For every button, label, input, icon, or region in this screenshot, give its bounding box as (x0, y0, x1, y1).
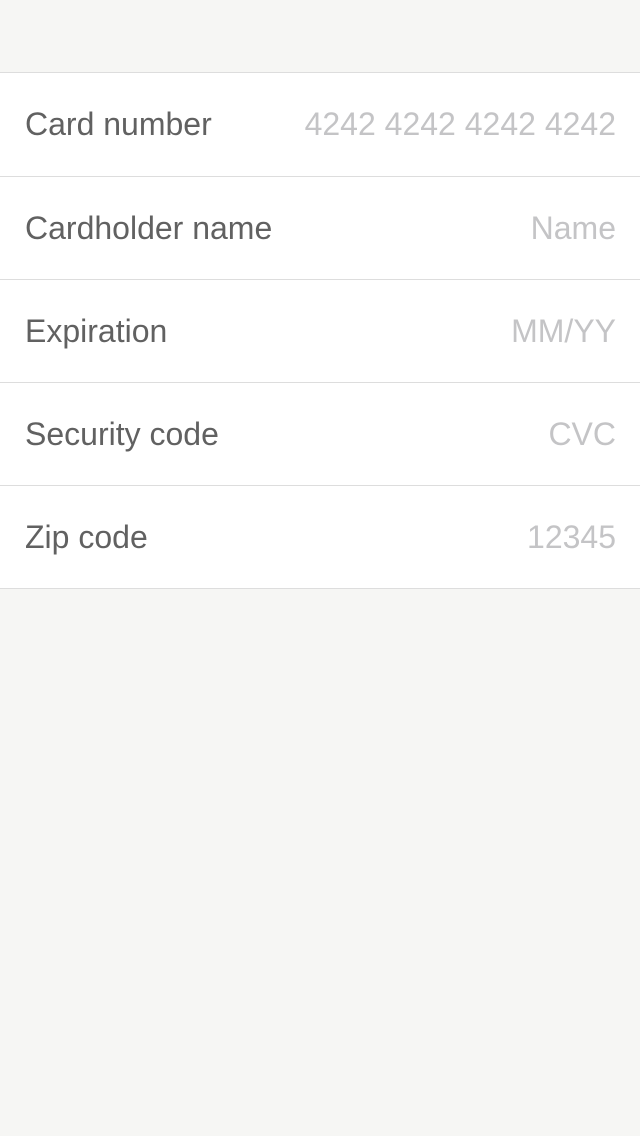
top-spacer (0, 0, 640, 72)
card-number-input[interactable] (235, 94, 616, 155)
card-number-label: Card number (25, 106, 212, 142)
expiration-label: Expiration (25, 312, 168, 349)
expiration-input[interactable] (191, 301, 616, 361)
zip-code-row[interactable]: Zip code (0, 485, 640, 588)
zip-code-input[interactable] (171, 507, 616, 567)
cardholder-name-input[interactable] (296, 198, 616, 258)
expiration-row[interactable]: Expiration (0, 279, 640, 382)
card-number-row[interactable]: Card number (0, 73, 640, 176)
security-code-input[interactable] (242, 404, 616, 464)
security-code-label: Security code (25, 415, 219, 452)
cardholder-name-label: Cardholder name (25, 209, 273, 246)
zip-code-label: Zip code (25, 518, 148, 555)
cardholder-name-row[interactable]: Cardholder name (0, 176, 640, 279)
card-form: Card number Cardholder name Expiration S… (0, 72, 640, 589)
security-code-row[interactable]: Security code (0, 382, 640, 485)
card-entry-screen: Card number Cardholder name Expiration S… (0, 0, 640, 1136)
